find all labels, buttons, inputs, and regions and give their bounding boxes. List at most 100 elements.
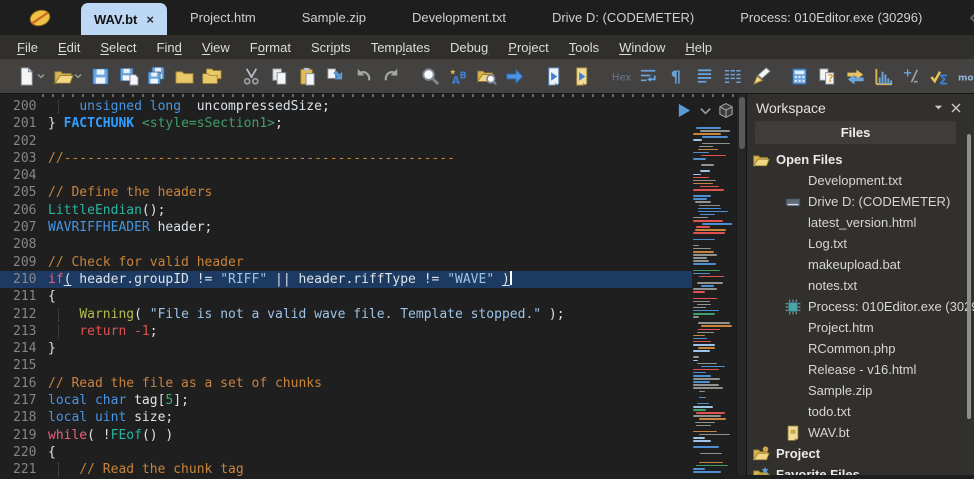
tree-item-development-txt[interactable]: Development.txt [747, 170, 974, 191]
code-line: 219while( !FEof() ) [0, 427, 692, 444]
line-number: 218 [0, 409, 48, 426]
menu-format[interactable]: Format [240, 38, 301, 57]
word-wrap-button[interactable] [635, 62, 662, 90]
tree-item-latest-version-html[interactable]: latest_version.html [747, 212, 974, 233]
minimap-line [699, 276, 724, 278]
minimap-line [693, 133, 721, 135]
workspace-menu-chevron-icon[interactable] [929, 99, 947, 117]
paste-button[interactable] [294, 62, 321, 90]
tab-close-icon[interactable]: × [146, 12, 154, 27]
tab-sample-zip[interactable]: Sample.zip [279, 0, 389, 35]
tab-label: Project.htm [190, 10, 256, 25]
tree-item-log-txt[interactable]: Log.txt [747, 233, 974, 254]
compare-files-button[interactable]: ? [814, 62, 841, 90]
column-mode-button[interactable] [719, 62, 746, 90]
code-token: long [150, 99, 181, 114]
new-file-button[interactable] [13, 62, 49, 90]
swap-bytes-button[interactable] [842, 62, 869, 90]
workspace-scrollbar-thumb[interactable] [967, 134, 971, 419]
minimap-line [693, 356, 699, 358]
workspace-close-icon[interactable] [947, 99, 965, 117]
tree-item-wav-bt[interactable]: WAV.bt [747, 422, 974, 443]
tree-item-favorite-files[interactable]: Favorite Files [747, 464, 974, 475]
undo-button[interactable] [350, 62, 377, 90]
redo-button[interactable] [378, 62, 405, 90]
close-file-button[interactable] [171, 62, 198, 90]
tab-drive-d-codemeter[interactable]: Drive D: (CODEMETER) [529, 0, 717, 35]
run-template-button[interactable] [568, 62, 595, 90]
menu-view[interactable]: View [192, 38, 240, 57]
tree-item-project-htm[interactable]: Project.htm [747, 317, 974, 338]
tab-development-txt[interactable]: Development.txt [389, 0, 529, 35]
hex-mode-button[interactable]: Hex [607, 62, 634, 90]
minimap-line [701, 155, 726, 157]
code-area[interactable]: 200 unsigned long uncompressedSize;201} … [0, 94, 746, 479]
show-whitespace-button[interactable]: ¶ [663, 62, 690, 90]
line-number: 206 [0, 202, 48, 219]
menu-find[interactable]: Find [147, 38, 192, 57]
menu-project[interactable]: Project [498, 38, 558, 57]
tree-item-process-010editor-exe-30296[interactable]: Process: 010Editor.exe (30296) [747, 296, 974, 317]
run-template-play-button[interactable] [675, 101, 693, 119]
run-script-button[interactable] [540, 62, 567, 90]
copy-button[interactable] [266, 62, 293, 90]
open-file-button[interactable] [50, 62, 86, 90]
disassembly-button[interactable]: mov [954, 62, 974, 90]
files-tab[interactable]: Files [755, 121, 956, 144]
operations-button[interactable]: +- [898, 62, 925, 90]
code-editor[interactable]: 200 unsigned long uncompressedSize;201} … [0, 94, 746, 475]
minimap[interactable] [692, 125, 736, 475]
find-button[interactable] [417, 62, 444, 90]
find-in-files-button[interactable] [473, 62, 500, 90]
save-button[interactable] [87, 62, 114, 90]
minimap-line [693, 335, 705, 337]
minimap-line [699, 462, 723, 464]
tree-item-release-v16-html[interactable]: Release - v16.html [747, 359, 974, 380]
editor-scrollbar[interactable] [736, 94, 746, 475]
structure-view-cube-icon[interactable] [717, 101, 735, 119]
tab-label: Process: 010Editor.exe (30296) [740, 10, 922, 25]
menu-file[interactable]: File [7, 38, 48, 57]
template-options-chevron-icon[interactable] [696, 101, 714, 119]
menu-tools[interactable]: Tools [559, 38, 609, 57]
menu-templates[interactable]: Templates [361, 38, 440, 57]
insert-file-button[interactable] [322, 62, 349, 90]
close-all-files-button[interactable] [199, 62, 226, 90]
tree-item-todo-txt[interactable]: todo.txt [747, 401, 974, 422]
code-line: 215 [0, 357, 692, 374]
syntax-highlight-button[interactable] [747, 62, 774, 90]
code-token: || header.riffType != [267, 272, 447, 287]
minimap-line [693, 440, 711, 442]
cut-button[interactable] [238, 62, 265, 90]
menu-select[interactable]: Select [90, 38, 146, 57]
editor-scrollbar-thumb[interactable] [739, 97, 745, 149]
minimap-line [693, 298, 717, 300]
goto-button[interactable] [501, 62, 528, 90]
save-as-button[interactable] [115, 62, 142, 90]
tree-item-makeupload-bat[interactable]: makeupload.bat [747, 254, 974, 275]
replace-button[interactable]: AB [445, 62, 472, 90]
tree-item-rcommon-php[interactable]: RCommon.php [747, 338, 974, 359]
svg-text:B: B [459, 70, 466, 81]
minimap-line [693, 183, 713, 185]
tree-item-notes-txt[interactable]: notes.txt [747, 275, 974, 296]
calculator-button[interactable] [786, 62, 813, 90]
menu-window[interactable]: Window [609, 38, 675, 57]
tree-item-drive-d-codemeter[interactable]: Drive D: (CODEMETER) [747, 191, 974, 212]
checksum-button[interactable]: Σ [926, 62, 953, 90]
tab-wav-bt[interactable]: WAV.bt× [81, 3, 167, 35]
tree-item-sample-zip[interactable]: Sample.zip [747, 380, 974, 401]
tree-item-open-files[interactable]: Open Files [747, 149, 974, 170]
menu-debug[interactable]: Debug [440, 38, 498, 57]
line-display-button[interactable] [691, 62, 718, 90]
save-all-button[interactable] [143, 62, 170, 90]
histogram-button[interactable] [870, 62, 897, 90]
tree-item-project[interactable]: Project [747, 443, 974, 464]
tab-project-htm[interactable]: Project.htm [167, 0, 279, 35]
menu-edit[interactable]: Edit [48, 38, 90, 57]
tab-process-010editor-exe-30296[interactable]: Process: 010Editor.exe (30296) [717, 0, 945, 35]
menu-help[interactable]: Help [675, 38, 722, 57]
tab-prev-button[interactable] [961, 5, 974, 31]
menu-scripts[interactable]: Scripts [301, 38, 361, 57]
code-token: ]; [173, 393, 189, 408]
